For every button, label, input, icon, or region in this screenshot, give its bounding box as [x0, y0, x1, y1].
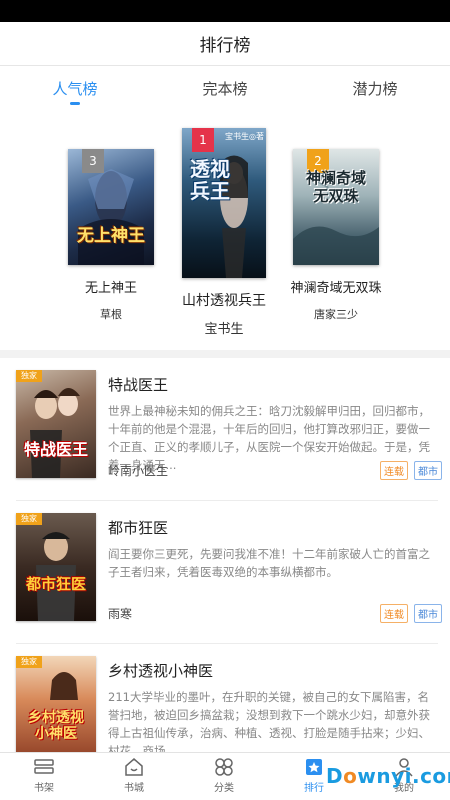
nav-header: 排行榜 [0, 22, 450, 66]
top-three-podium: 3 无上神王 无上神王 草根 宝书生◎著 1 透视兵王 山村透视兵王 宝书生 2… [0, 112, 450, 348]
ranking-icon [306, 759, 322, 775]
cover-title-art: 乡村透视小神医 [28, 710, 84, 742]
book-title[interactable]: 特战医王 [108, 374, 168, 395]
cover-art-icon [78, 169, 144, 265]
book-author: 雨寒 [108, 607, 133, 621]
book-cover[interactable]: 独家 都市狂医 [16, 513, 96, 621]
list-item[interactable]: 独家 乡村透视小神医 乡村透视小神医 211大学毕业的墨叶，在升职的关键，被自己… [0, 644, 450, 752]
nav-label: 书城 [124, 783, 144, 794]
section-divider [0, 350, 450, 358]
podium-author: 宝书生 [204, 322, 244, 337]
podium-title: 山村透视兵王 [182, 293, 266, 309]
cover-art-icon [293, 167, 379, 265]
status-badge: 连载 [380, 604, 408, 623]
book-cover[interactable]: 独家 特战医王 [16, 370, 96, 478]
cover-title-art: 无上神王 [77, 226, 145, 246]
book-list: 独家 特战医王 特战医王 世界上最神秘未知的佣兵之王：晗刀沈毅解甲归田，回归都市… [0, 358, 450, 752]
list-item[interactable]: 独家 特战医王 特战医王 世界上最神秘未知的佣兵之王：晗刀沈毅解甲归田，回归都市… [0, 358, 450, 501]
nav-label: 书架 [34, 783, 54, 794]
category-badge: 都市 [414, 604, 442, 623]
book-title[interactable]: 都市狂医 [108, 517, 168, 538]
nav-category[interactable]: 分类 [194, 757, 254, 794]
podium-title: 神澜奇域无双珠 [290, 281, 382, 296]
podium-book-rank-2[interactable]: 2 神澜奇域无双珠 神澜奇域无双珠 唐家三少 [278, 149, 394, 322]
tab-popular[interactable]: 人气榜 [25, 78, 125, 99]
rank-badge: 1 [192, 128, 214, 152]
podium-author: 唐家三少 [314, 308, 358, 321]
category-badge: 都市 [414, 461, 442, 480]
list-item[interactable]: 独家 都市狂医 都市狂医 阎王要你三更死，先要问我准不准！十二年前家破人亡的首富… [0, 501, 450, 644]
tab-completed[interactable]: 完本榜 [175, 78, 275, 99]
book-cover[interactable]: 宝书生◎著 1 透视兵王 [182, 128, 266, 278]
podium-title: 无上神王 [84, 281, 137, 296]
book-cover[interactable]: 独家 乡村透视小神医 [16, 656, 96, 752]
book-title[interactable]: 乡村透视小神医 [108, 660, 213, 681]
cover-title-art: 透视兵王 [190, 157, 230, 203]
book-cover[interactable]: 2 神澜奇域无双珠 [293, 149, 379, 265]
nav-bookstore[interactable]: 书城 [104, 757, 164, 794]
status-bar [0, 0, 450, 22]
home-icon [125, 758, 143, 776]
book-description: 211大学毕业的墨叶，在升职的关键，被自己的女下属陷害，名誉扫地，被迫回乡搞盆栽… [108, 690, 430, 752]
book-cover[interactable]: 3 无上神王 [68, 149, 154, 265]
cover-author-mark: 宝书生◎著 [225, 132, 264, 141]
podium-author: 草根 [100, 308, 122, 321]
rank-badge: 3 [82, 149, 104, 173]
nav-bookshelf[interactable]: 书架 [14, 757, 74, 794]
tab-potential[interactable]: 潜力榜 [325, 78, 425, 99]
exclusive-tag: 独家 [16, 513, 42, 525]
exclusive-tag: 独家 [16, 370, 42, 382]
book-author: 岭南小医生 [108, 464, 169, 478]
podium-book-rank-3[interactable]: 3 无上神王 无上神王 草根 [53, 149, 169, 322]
category-icon [215, 758, 233, 776]
cover-art-icon [30, 388, 80, 478]
cover-art-icon [36, 532, 76, 621]
cover-title-art: 都市狂医 [25, 575, 86, 593]
tab-active-indicator [70, 102, 80, 105]
nav-label: 排行 [304, 783, 324, 794]
podium-book-rank-1[interactable]: 宝书生◎著 1 透视兵王 山村透视兵王 宝书生 [164, 128, 284, 337]
cover-title-art: 神澜奇域无双珠 [305, 169, 366, 205]
exclusive-tag: 独家 [16, 656, 42, 668]
site-watermark: Downyi.com [326, 764, 450, 788]
page-title: 排行榜 [199, 36, 251, 56]
bookshelf-icon [34, 759, 54, 774]
nav-label: 分类 [214, 783, 234, 794]
status-badge: 连载 [380, 461, 408, 480]
cover-title-art: 特战医王 [23, 440, 88, 459]
ranking-tabs: 人气榜 完本榜 潜力榜 [0, 66, 450, 112]
book-description: 阎王要你三更死，先要问我准不准！十二年前家破人亡的首富之子王者归来，凭着医毒双绝… [108, 547, 430, 579]
